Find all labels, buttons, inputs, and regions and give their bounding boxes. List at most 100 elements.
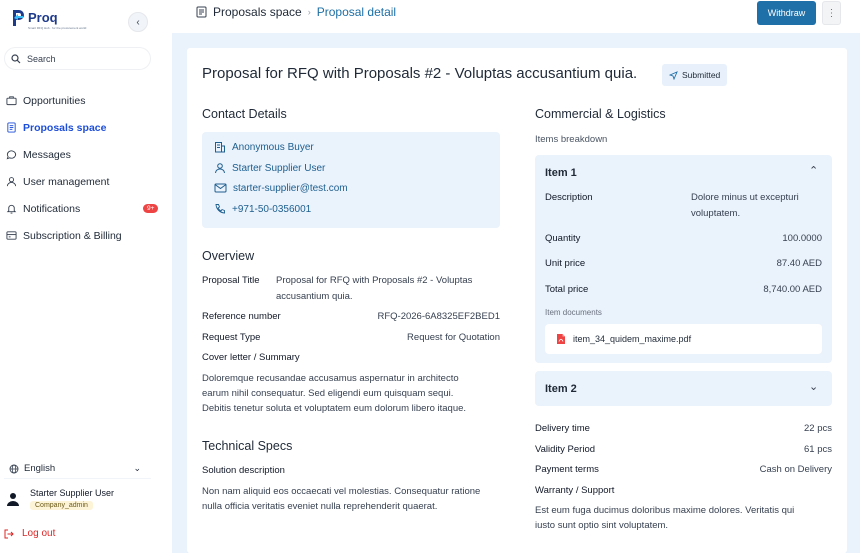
cover-letter-label: Cover letter / Summary [202, 352, 300, 363]
sidebar: Proq Smart RFQ Hub · for the procurement… [0, 0, 172, 553]
sidebar-nav: Opportunities Proposals space Messages U… [6, 87, 166, 249]
search-input[interactable]: Search [4, 47, 151, 70]
more-options-button[interactable]: ⋮ [822, 1, 841, 25]
item-document-link[interactable]: item_34_quidem_maxime.pdf [545, 324, 822, 354]
item-2-panel[interactable] [535, 371, 832, 406]
warranty-support-label: Warranty / Support [535, 485, 615, 496]
request-type-label: Request Type [202, 332, 261, 343]
cover-letter-line1: Doloremque recusandae accusamus aspernat… [202, 373, 459, 384]
document-icon [7, 122, 16, 133]
proposal-title-value-line2: accusantium quia. [276, 291, 353, 302]
logout-button[interactable]: Log out [4, 528, 55, 539]
delivery-time-value: 22 pcs [804, 423, 832, 434]
chevron-down-icon: ⌄ [133, 463, 141, 473]
proposal-title-value-line1: Proposal for RFQ with Proposals #2 - Vol… [276, 275, 473, 286]
contact-details-heading: Contact Details [202, 107, 287, 121]
payment-terms-value: Cash on Delivery [759, 464, 832, 475]
contact-details-panel: Anonymous Buyer Starter Supplier User st… [202, 132, 500, 228]
item-description-line2: voluptatem. [691, 208, 741, 219]
user-profile[interactable]: Starter Supplier User Company_admin [6, 487, 166, 517]
item-description-label: Description [545, 192, 593, 203]
sidebar-item-proposals-space[interactable]: Proposals space [6, 114, 166, 141]
user-name: Starter Supplier User [30, 488, 115, 498]
more-vertical-icon: ⋮ [826, 7, 837, 19]
cover-letter-line2: earum nihil consequatur. Sed eligendi eu… [202, 388, 454, 399]
proposal-title-label: Proposal Title [202, 275, 260, 286]
item-total-price-label: Total price [545, 284, 589, 295]
chevron-up-icon[interactable]: ⌃ [809, 164, 818, 177]
billing-icon [6, 231, 17, 240]
contact-email[interactable]: starter-supplier@test.com [214, 182, 348, 194]
notification-count-badge: 9+ [143, 204, 159, 213]
status-badge: Submitted [662, 64, 728, 86]
reference-number-label: Reference number [202, 311, 281, 322]
item-total-price-value: 8,740.00 AED [763, 284, 822, 295]
chevron-right-icon: › [307, 7, 311, 17]
bell-icon [6, 204, 17, 214]
logout-icon [4, 529, 14, 538]
brand-tagline: Smart RFQ Hub · for the procurement worl… [28, 26, 87, 30]
validity-period-label: Validity Period [535, 444, 596, 455]
item-2-title[interactable]: Item 2 [545, 383, 577, 395]
contact-supplier: Starter Supplier User [214, 162, 325, 174]
proq-logo-icon [13, 10, 24, 26]
warranty-support-line1: Est eum fuga ducimus doloribus maxime do… [535, 505, 795, 516]
email-value: starter-supplier@test.com [233, 182, 348, 194]
item-documents-label: Item documents [545, 308, 602, 317]
items-breakdown-label: Items breakdown [535, 134, 608, 145]
contact-phone[interactable]: +971-50-0356001 [214, 203, 311, 215]
breadcrumb-proposals-space[interactable]: Proposals space [213, 5, 302, 19]
withdraw-button[interactable]: Withdraw [757, 1, 816, 25]
request-type-value: Request for Quotation [407, 332, 500, 343]
sidebar-item-messages[interactable]: Messages [6, 141, 166, 168]
item-quantity-value: 100.0000 [782, 233, 822, 244]
logout-label: Log out [22, 528, 56, 539]
briefcase-icon [6, 96, 17, 106]
item-1-title[interactable]: Item 1 [545, 167, 577, 179]
commercial-logistics-heading: Commercial & Logistics [535, 107, 666, 121]
globe-icon [9, 464, 19, 473]
technical-specs-heading: Technical Specs [202, 439, 293, 453]
sidebar-item-label: Proposals space [23, 121, 107, 134]
brand-name: Proq [28, 10, 58, 25]
phone-value: +971-50-0356001 [232, 203, 312, 215]
document-icon [196, 6, 207, 18]
warranty-support-line2: iusto sunt optio sint voluptatem. [535, 520, 669, 531]
status-label: Submitted [682, 70, 721, 80]
proq-logo[interactable]: Proq Smart RFQ Hub · for the procurement… [11, 9, 86, 35]
mail-icon [214, 183, 227, 193]
sidebar-item-user-management[interactable]: User management [6, 168, 166, 195]
sidebar-item-subscription-billing[interactable]: Subscription & Billing [6, 222, 166, 249]
sidebar-item-opportunities[interactable]: Opportunities [6, 87, 166, 114]
search-icon [11, 53, 21, 63]
item-description-line1: Dolore minus ut excepturi [691, 192, 799, 203]
collapse-sidebar-button[interactable]: ‹ [128, 12, 148, 32]
breadcrumb: Proposals space › Proposal detail [196, 5, 396, 19]
language-selector[interactable]: English ⌄ [4, 459, 151, 479]
user-icon [6, 177, 17, 187]
contact-buyer: Anonymous Buyer [214, 141, 314, 153]
sidebar-item-label: Opportunities [23, 94, 86, 107]
sidebar-item-label: Messages [23, 148, 71, 161]
solution-description-line2: nulla officia veritatis eveniet nulla re… [202, 501, 438, 512]
send-icon [669, 70, 678, 80]
chevron-down-icon[interactable]: ⌄ [809, 380, 818, 393]
pdf-file-icon [557, 334, 565, 344]
sidebar-item-notifications[interactable]: Notifications 9+ [6, 195, 166, 222]
sidebar-item-label: Notifications [23, 202, 81, 215]
topbar: Proposals space › Proposal detail Withdr… [172, 0, 860, 33]
user-icon [215, 163, 225, 174]
validity-period-value: 61 pcs [804, 444, 832, 455]
supplier-name: Starter Supplier User [232, 162, 326, 174]
payment-terms-label: Payment terms [535, 464, 599, 475]
building-icon [215, 142, 225, 153]
user-role-badge: Company_admin [30, 501, 93, 510]
breadcrumb-proposal-detail: Proposal detail [316, 5, 397, 19]
sidebar-item-label: User management [23, 175, 110, 188]
solution-description-line1: Non nam aliquid eos occaecati vel molest… [202, 486, 481, 497]
page-title: Proposal for RFQ with Proposals #2 - Vol… [202, 65, 638, 82]
reference-number-value: RFQ-2026-6A8325EF2BED1 [377, 311, 500, 322]
avatar-icon [7, 493, 19, 506]
overview-heading: Overview [202, 249, 255, 263]
search-placeholder: Search [27, 53, 56, 64]
